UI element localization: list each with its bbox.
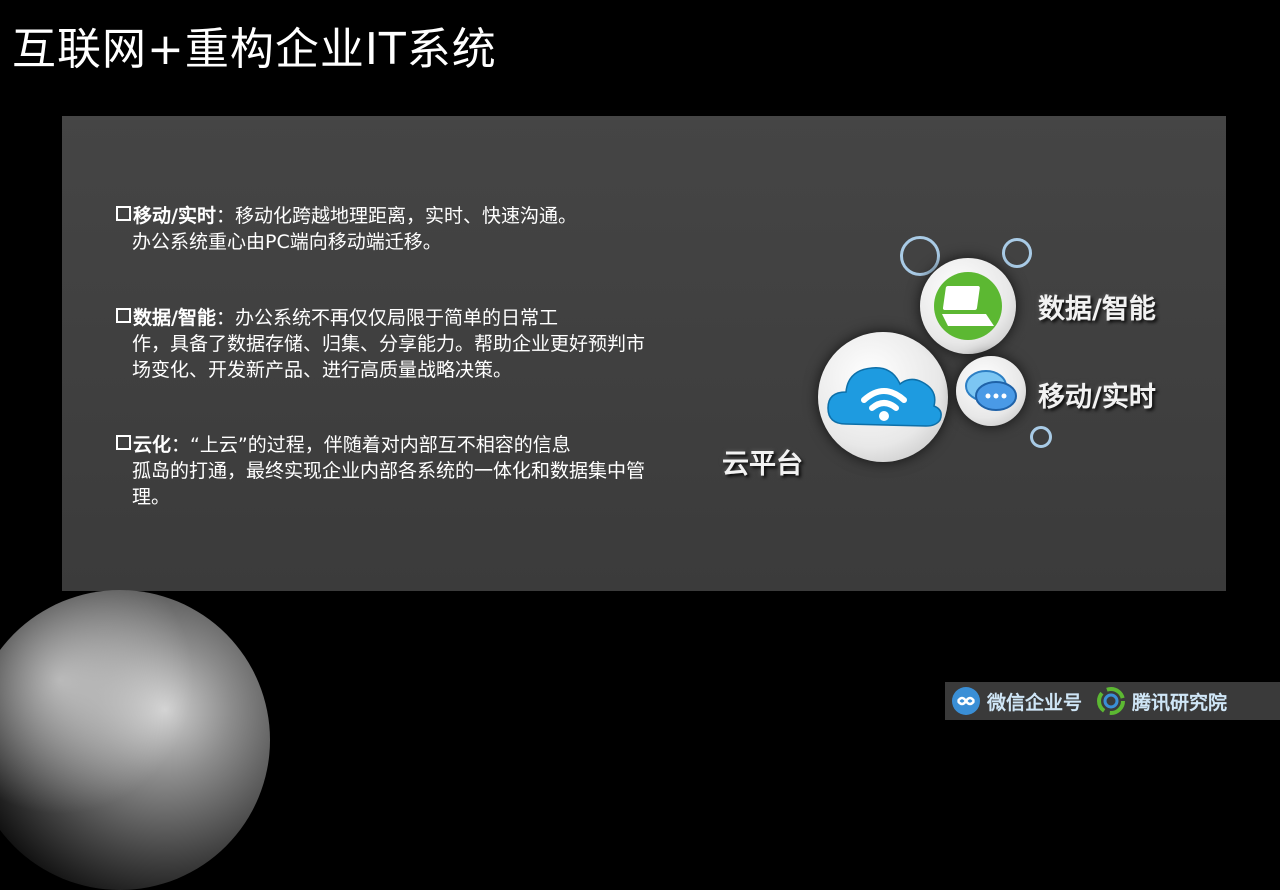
earth-image <box>0 590 270 890</box>
wechat-work-brand: 微信企业号 <box>951 686 1082 716</box>
bullet-mobile-realtime: 移动/实时：移动化跨越地理距离，实时、快速沟通。 办公系统重心由PC端向移动端迁… <box>116 203 646 255</box>
cloud-platform-label: 云平台 <box>722 449 803 480</box>
chat-bubble-icon <box>965 370 1017 411</box>
data-intelligence-label: 数据/智能 <box>1038 294 1156 325</box>
wechat-work-logo-icon <box>952 687 980 715</box>
wechat-work-label: 微信企业号 <box>987 691 1083 714</box>
laptop-bubble <box>920 258 1016 354</box>
bullet-heading: 云化 <box>133 434 172 456</box>
bullet-heading: 移动/实时 <box>133 205 216 227</box>
bullet-separator: ： <box>215 307 235 329</box>
bullet-data-intelligence: 数据/智能：办公系统不再仅仅局限于简单的日常工 作，具备了数据存储、归集、分享能… <box>116 305 646 383</box>
bullet-text-continued: 孤岛的打通，最终实现企业内部各系统的一体化和数据集中管理。 <box>132 460 646 508</box>
tencent-research-label: 腾讯研究院 <box>1132 691 1228 714</box>
checkbox-bullet-icon <box>116 435 131 450</box>
laptop-icon <box>934 272 1002 340</box>
checkbox-bullet-icon <box>116 206 131 221</box>
chat-bubble <box>956 356 1026 426</box>
bullet-text: 移动化跨越地理距离，实时、快速沟通。 <box>234 205 577 227</box>
bullet-text-continued: 作，具备了数据存储、归集、分享能力。帮助企业更好预判市场变化、开发新产品、进行高… <box>132 333 646 381</box>
tencent-research-logo-icon <box>1097 687 1126 715</box>
bullet-heading: 数据/智能 <box>133 307 216 329</box>
decor-ring <box>1030 426 1052 448</box>
bullet-cloudification: 云化：“上云”的过程，伴随着对内部互不相容的信息 孤岛的打通，最终实现企业内部各… <box>116 432 646 510</box>
footer-logo-bar: 微信企业号 腾讯研究院 <box>945 682 1280 720</box>
mobile-realtime-label: 移动/实时 <box>1038 382 1156 413</box>
bullet-separator: ： <box>171 434 191 456</box>
slide-title: 互联网+重构企业IT系统 <box>12 24 497 75</box>
cloud-platform-diagram: 云平台 数据/智能 移动/实时 <box>700 220 1200 500</box>
bullet-separator: ： <box>215 205 235 227</box>
checkbox-bullet-icon <box>116 308 131 323</box>
bullet-text-continued: 办公系统重心由PC端向移动端迁移。 <box>132 231 442 253</box>
tencent-research-brand: 腾讯研究院 <box>1096 686 1227 716</box>
bullet-text: “上云”的过程，伴随着对内部互不相容的信息 <box>190 434 571 456</box>
bullet-text: 办公系统不再仅仅局限于简单的日常工 <box>234 307 558 329</box>
